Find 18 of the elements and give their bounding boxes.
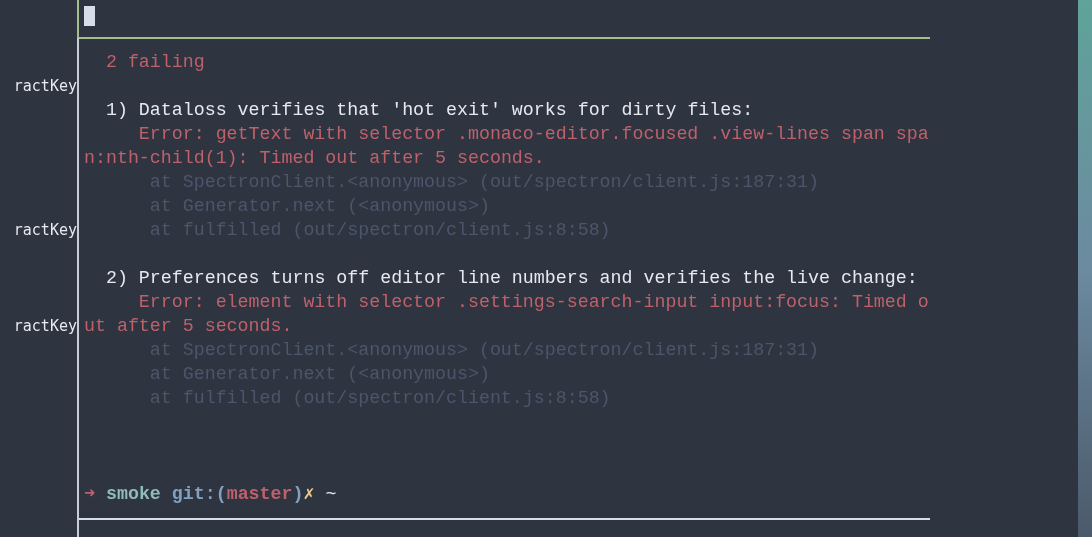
error-message: Error: getText with selector .monaco-editor.focused .view-lines span spa (138, 124, 929, 144)
code-fragment: ractKey (13, 316, 77, 337)
error-message: ut after 5 seconds. (84, 316, 293, 336)
prompt-git-label: ) (292, 483, 304, 506)
code-fragment: ractKey (13, 220, 77, 241)
prompt-branch: master (226, 483, 293, 506)
failing-summary: 2 failing (105, 52, 205, 72)
test-title: 1) Dataloss verifies that 'hot exit' works for dirty files: (105, 100, 754, 120)
prompt-git-label: git:( (171, 483, 227, 506)
code-fragment: ractKey (13, 76, 77, 97)
cursor-block (84, 6, 95, 26)
prompt-dirty-mark: ✗ (303, 483, 315, 506)
prompt-directory: smoke (106, 483, 161, 506)
error-message: Error: element with selector .settings-search-input input:focus: Timed o (138, 292, 929, 312)
prompt-path: ~ (325, 483, 337, 506)
prompt-arrow: ➜ (84, 483, 95, 506)
test-title: 2) Preferences turns off editor line numbers and verifies the live change: (105, 268, 918, 288)
error-message: n:nth-child(1): Timed out after 5 seconds. (84, 148, 545, 168)
